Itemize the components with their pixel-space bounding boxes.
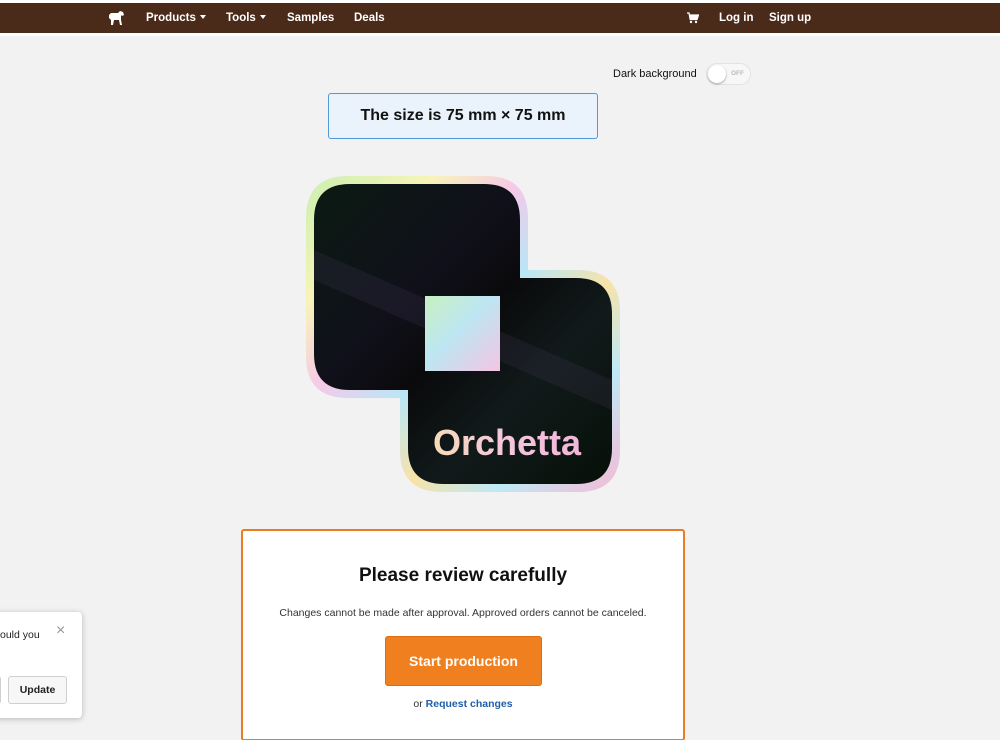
nav-products[interactable]: Products: [146, 3, 206, 33]
popup-text: ould you: [0, 629, 40, 641]
nav-samples[interactable]: Samples: [287, 3, 334, 33]
nav-deals[interactable]: Deals: [354, 3, 385, 33]
cart-icon[interactable]: [687, 12, 699, 24]
toggle-state-text: OFF: [731, 70, 744, 77]
popup-secondary-button[interactable]: [0, 676, 1, 704]
nav-tools[interactable]: Tools: [226, 3, 266, 33]
sticker-preview: Orchetta: [306, 176, 620, 492]
horse-icon[interactable]: [106, 8, 126, 28]
request-changes-link[interactable]: Request changes: [426, 698, 513, 710]
update-button[interactable]: Update: [8, 676, 67, 704]
start-production-button[interactable]: Start production: [385, 636, 542, 686]
signup-link[interactable]: Sign up: [769, 3, 811, 33]
toggle-knob: [708, 65, 726, 83]
size-banner: The size is 75 mm × 75 mm: [328, 93, 598, 139]
request-changes-line: or Request changes: [243, 698, 683, 710]
review-notice: Changes cannot be made after approval. A…: [279, 607, 647, 619]
nav-tools-label: Tools: [226, 12, 256, 24]
navbar: Products Tools Samples Deals Log in Sign…: [0, 3, 1000, 33]
close-icon[interactable]: ×: [56, 623, 65, 639]
login-link[interactable]: Log in: [719, 3, 754, 33]
caret-down-icon: [259, 15, 266, 19]
dark-background-label: Dark background: [613, 68, 697, 80]
sticker-wordmark: Orchetta: [433, 422, 582, 463]
or-text: or: [413, 698, 423, 710]
nav-products-label: Products: [146, 12, 196, 24]
review-title: Please review carefully: [358, 565, 568, 586]
caret-down-icon: [199, 15, 206, 19]
sticker-square: [425, 296, 500, 371]
dark-background-toggle[interactable]: OFF: [706, 63, 751, 85]
review-card: Please review carefully Changes cannot b…: [241, 529, 685, 740]
feedback-popup: ould you × Update: [0, 612, 82, 718]
